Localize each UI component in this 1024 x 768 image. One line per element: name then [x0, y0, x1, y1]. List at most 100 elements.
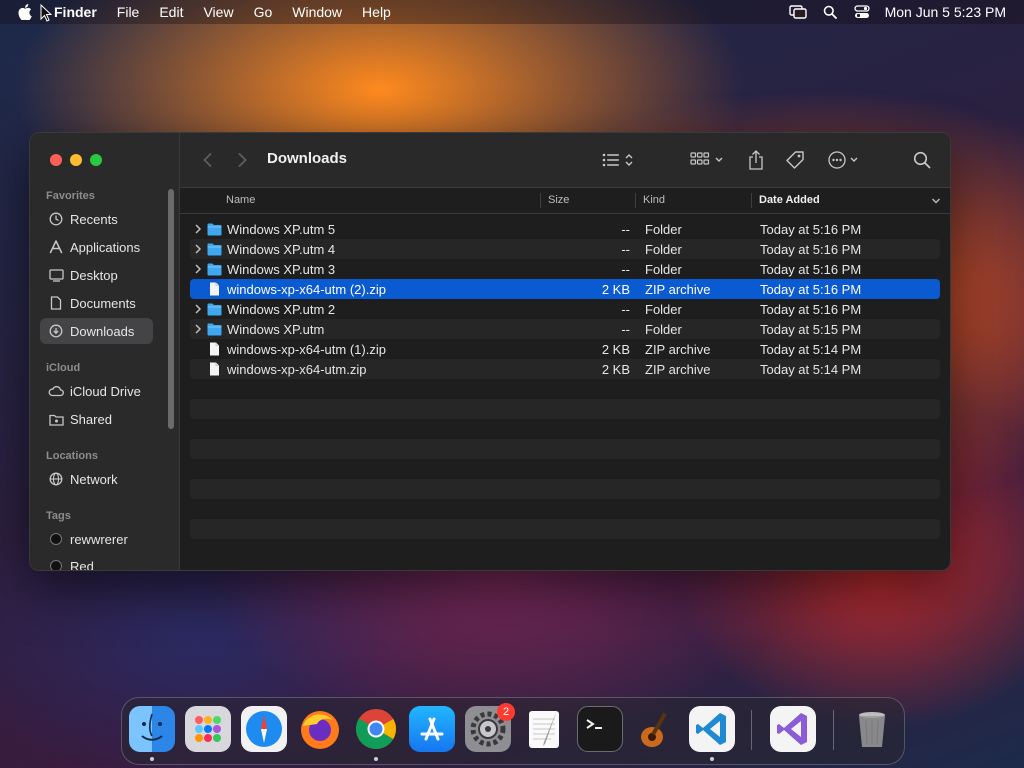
zip-file-icon: [210, 342, 219, 356]
menu-view[interactable]: View: [193, 0, 243, 24]
disclosure-chevron-icon[interactable]: [194, 323, 202, 335]
folder-icon: [207, 243, 222, 256]
search-icon[interactable]: [913, 149, 931, 171]
column-header: Name Size Kind Date Added: [180, 188, 950, 214]
sidebar-item-documents[interactable]: Documents: [40, 290, 153, 316]
file-date: Today at 5:14 PM: [760, 362, 862, 377]
mouse-cursor-icon: [40, 4, 52, 22]
disclosure-chevron-icon[interactable]: [194, 243, 202, 255]
table-row-selected[interactable]: windows-xp-x64-utm (2).zip 2 KB ZIP arch…: [190, 279, 940, 299]
view-options-button[interactable]: [601, 149, 639, 171]
finder-icon[interactable]: [129, 706, 175, 752]
column-divider[interactable]: [635, 193, 636, 208]
file-kind: Folder: [645, 302, 682, 317]
tag-icon[interactable]: [785, 149, 805, 171]
table-row[interactable]: Windows XP.utm 5 -- Folder Today at 5:16…: [190, 219, 940, 239]
column-kind[interactable]: Kind: [643, 194, 665, 206]
zoom-button[interactable]: [90, 154, 102, 166]
close-button[interactable]: [50, 154, 62, 166]
column-divider[interactable]: [751, 193, 752, 208]
sidebar-item-downloads[interactable]: Downloads: [40, 318, 153, 344]
table-row[interactable]: Windows XP.utm -- Folder Today at 5:15 P…: [190, 319, 940, 339]
file-kind: Folder: [645, 222, 682, 237]
file-size: 2 KB: [601, 362, 630, 377]
running-indicator: [374, 757, 378, 761]
table-row[interactable]: windows-xp-x64-utm.zip 2 KB ZIP archive …: [190, 359, 940, 379]
finder-window: Favorites Recents Applications Desktop D…: [29, 132, 951, 571]
column-size[interactable]: Size: [548, 194, 569, 206]
search-icon[interactable]: [821, 4, 839, 20]
sidebar-item-label: Shared: [70, 411, 112, 427]
minimize-button[interactable]: [70, 154, 82, 166]
column-name[interactable]: Name: [226, 194, 255, 206]
menu-clock[interactable]: Mon Jun 5 5:23 PM: [885, 4, 1006, 20]
menu-file[interactable]: File: [107, 0, 150, 24]
sidebar-section-tags: Tags: [46, 510, 71, 522]
menu-help[interactable]: Help: [352, 0, 401, 24]
trash-icon[interactable]: [849, 706, 895, 752]
tag-dot-icon: [48, 531, 64, 547]
visual-studio-icon[interactable]: [770, 706, 816, 752]
file-size: 2 KB: [601, 282, 630, 297]
table-row[interactable]: Windows XP.utm 4 -- Folder Today at 5:16…: [190, 239, 940, 259]
forward-button[interactable]: [234, 151, 250, 169]
file-date: Today at 5:16 PM: [760, 242, 862, 257]
firefox-icon[interactable]: [297, 706, 343, 752]
dock-separator: [833, 710, 834, 750]
column-date-added[interactable]: Date Added: [759, 194, 820, 206]
chrome-icon[interactable]: [353, 706, 399, 752]
group-button[interactable]: [690, 149, 728, 171]
disclosure-chevron-icon[interactable]: [194, 303, 202, 315]
sidebar-item-label: Documents: [70, 295, 136, 311]
vscode-icon[interactable]: [689, 706, 735, 752]
sidebar-item-desktop[interactable]: Desktop: [40, 262, 153, 288]
clock-icon: [48, 211, 64, 227]
sidebar-item-tag-rewwrerer[interactable]: rewwrerer: [40, 526, 153, 552]
menu-edit[interactable]: Edit: [149, 0, 193, 24]
file-kind: ZIP archive: [645, 362, 711, 377]
menu-app-name[interactable]: Finder: [44, 0, 107, 24]
column-divider[interactable]: [540, 193, 541, 208]
file-date: Today at 5:16 PM: [760, 302, 862, 317]
share-icon[interactable]: [747, 149, 765, 171]
sidebar-item-tag-red[interactable]: Red: [40, 553, 153, 571]
launchpad-icon[interactable]: [185, 706, 231, 752]
table-row[interactable]: Windows XP.utm 2 -- Folder Today at 5:16…: [190, 299, 940, 319]
file-kind: ZIP archive: [645, 282, 711, 297]
sidebar-item-network[interactable]: Network: [40, 466, 153, 492]
control-center-icon[interactable]: [853, 4, 871, 20]
disclosure-chevron-icon[interactable]: [194, 223, 202, 235]
sidebar-item-icloud-drive[interactable]: iCloud Drive: [40, 378, 153, 404]
globe-icon: [48, 471, 64, 487]
apple-logo-icon[interactable]: [18, 4, 32, 20]
terminal-icon[interactable]: [577, 706, 623, 752]
sidebar-item-label: Red: [70, 558, 94, 571]
table-row[interactable]: Windows XP.utm 3 -- Folder Today at 5:16…: [190, 259, 940, 279]
folder-icon: [207, 223, 222, 236]
file-kind: Folder: [645, 262, 682, 277]
safari-icon[interactable]: [241, 706, 287, 752]
menu-window[interactable]: Window: [282, 0, 352, 24]
sidebar-item-label: Downloads: [70, 323, 135, 339]
back-button[interactable]: [200, 151, 216, 169]
file-name: Windows XP.utm 3: [227, 262, 336, 277]
screen-mirroring-icon[interactable]: [788, 4, 807, 20]
traffic-lights: [50, 154, 102, 166]
sidebar-item-recents[interactable]: Recents: [40, 206, 153, 232]
sidebar-item-applications[interactable]: Applications: [40, 234, 153, 260]
textedit-icon[interactable]: [521, 706, 567, 752]
app-store-icon[interactable]: [409, 706, 455, 752]
file-kind: Folder: [645, 242, 682, 257]
table-row[interactable]: windows-xp-x64-utm (1).zip 2 KB ZIP arch…: [190, 339, 940, 359]
garageband-icon[interactable]: [633, 706, 679, 752]
sidebar-scrollbar[interactable]: [168, 189, 174, 429]
disclosure-chevron-icon[interactable]: [194, 263, 202, 275]
sort-descending-icon[interactable]: [931, 197, 941, 205]
file-size: --: [621, 322, 630, 337]
file-size: --: [621, 242, 630, 257]
sidebar-item-label: rewwrerer: [70, 531, 128, 547]
more-actions-button[interactable]: [827, 149, 863, 171]
sidebar-item-shared[interactable]: Shared: [40, 406, 153, 432]
menu-go[interactable]: Go: [244, 0, 283, 24]
menu-bar: Finder File Edit View Go Window Help Mon…: [0, 0, 1024, 24]
